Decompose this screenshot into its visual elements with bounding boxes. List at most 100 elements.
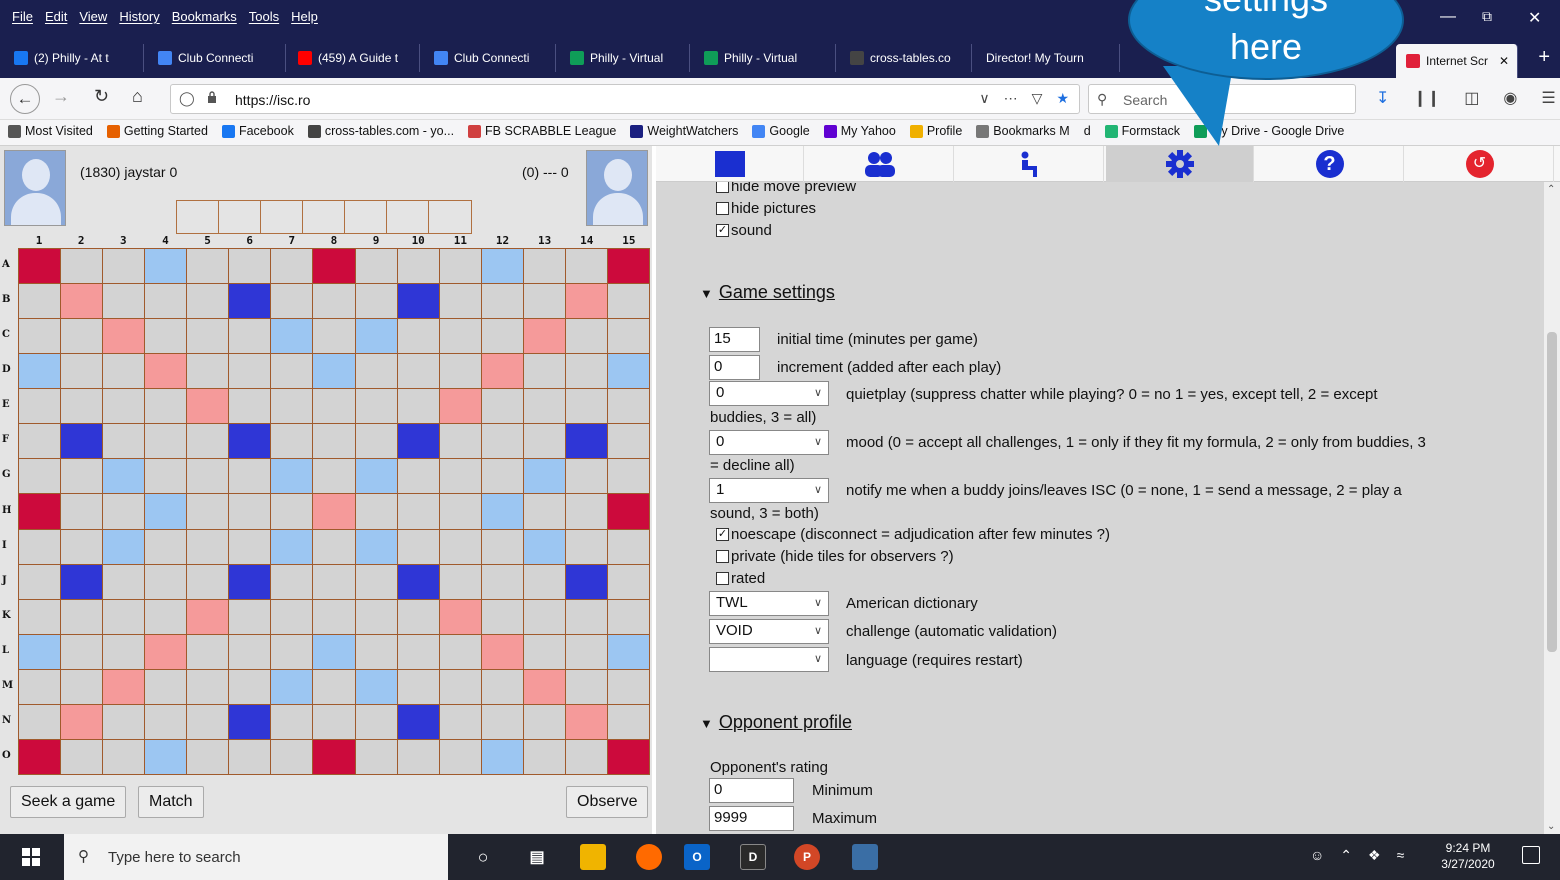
board-square[interactable] xyxy=(103,319,145,354)
board-square[interactable] xyxy=(229,389,271,424)
board-square[interactable] xyxy=(229,249,271,284)
board-square[interactable] xyxy=(397,389,439,424)
board-square[interactable] xyxy=(355,389,397,424)
board-square[interactable] xyxy=(19,599,61,634)
board-square[interactable] xyxy=(565,459,607,494)
back-arrow-icon[interactable]: ← xyxy=(10,84,40,114)
board-square[interactable] xyxy=(103,564,145,599)
tray-chevron-icon[interactable]: ⌃ xyxy=(1340,847,1352,864)
board-square[interactable] xyxy=(397,284,439,319)
seek-game-button[interactable]: Seek a game xyxy=(10,786,127,818)
board-square[interactable] xyxy=(397,459,439,494)
board-square[interactable] xyxy=(523,249,565,284)
tile-rack[interactable] xyxy=(176,200,472,234)
minimize-icon[interactable]: — xyxy=(1440,8,1456,26)
bookmark-item[interactable]: Profile xyxy=(909,124,962,138)
board-square[interactable] xyxy=(523,459,565,494)
board-square[interactable] xyxy=(397,634,439,669)
board-square[interactable] xyxy=(61,634,103,669)
board-square[interactable] xyxy=(145,634,187,669)
bookmark-item[interactable]: Google xyxy=(752,124,810,138)
browser-tab[interactable]: Club Connecti xyxy=(424,44,556,72)
board-square[interactable] xyxy=(61,529,103,564)
board-square[interactable] xyxy=(607,284,649,319)
board-square[interactable] xyxy=(607,319,649,354)
board-square[interactable] xyxy=(523,424,565,459)
board-square[interactable] xyxy=(355,704,397,739)
board-square[interactable] xyxy=(187,319,229,354)
board-square[interactable] xyxy=(355,319,397,354)
board-square[interactable] xyxy=(61,389,103,424)
restore-icon[interactable]: ⧉ xyxy=(1482,8,1492,25)
bookmark-item[interactable]: Most Visited xyxy=(8,124,93,138)
board-square[interactable] xyxy=(481,669,523,704)
board-square[interactable] xyxy=(103,634,145,669)
cortana-icon[interactable]: ○ xyxy=(470,844,496,870)
board-square[interactable] xyxy=(313,389,355,424)
board-square[interactable] xyxy=(313,704,355,739)
board-square[interactable] xyxy=(481,284,523,319)
board-square[interactable] xyxy=(439,669,481,704)
board-square[interactable] xyxy=(397,529,439,564)
checkbox-empty-icon[interactable] xyxy=(716,202,729,215)
board-square[interactable] xyxy=(481,249,523,284)
board-square[interactable] xyxy=(313,494,355,529)
reload-icon[interactable]: ↻ xyxy=(94,86,109,107)
browser-tab[interactable]: cross-tables.co xyxy=(840,44,972,72)
bookmark-item[interactable]: WeightWatchers xyxy=(630,124,738,138)
board-square[interactable] xyxy=(355,494,397,529)
board-square[interactable] xyxy=(19,319,61,354)
browser-tab[interactable]: Philly - Virtual xyxy=(560,44,690,72)
tab-seat[interactable] xyxy=(956,146,1104,182)
board-square[interactable] xyxy=(523,319,565,354)
bookmark-item[interactable]: cross-tables.com - yo... xyxy=(307,124,454,138)
board-square[interactable] xyxy=(439,319,481,354)
scroll-thumb[interactable] xyxy=(1547,332,1557,652)
board-square[interactable] xyxy=(229,319,271,354)
rated-checkbox[interactable]: rated xyxy=(716,570,765,587)
board-square[interactable] xyxy=(61,459,103,494)
board-square[interactable] xyxy=(187,704,229,739)
board-square[interactable] xyxy=(61,739,103,774)
outlook-icon[interactable]: O xyxy=(684,844,710,870)
board-square[interactable] xyxy=(103,739,145,774)
board-square[interactable] xyxy=(355,669,397,704)
board-square[interactable] xyxy=(397,354,439,389)
browser-tab[interactable]: Director! My Tourn xyxy=(976,44,1120,72)
board-square[interactable] xyxy=(61,354,103,389)
board-square[interactable] xyxy=(313,354,355,389)
notification-icon[interactable] xyxy=(1522,846,1540,864)
file-explorer-icon[interactable] xyxy=(580,844,606,870)
board-square[interactable] xyxy=(523,599,565,634)
board-square[interactable] xyxy=(19,354,61,389)
board-square[interactable] xyxy=(145,739,187,774)
match-button[interactable]: Match xyxy=(138,786,204,818)
board-square[interactable] xyxy=(19,669,61,704)
sidebar-icon[interactable]: ◫ xyxy=(1464,88,1479,108)
board-square[interactable] xyxy=(271,424,313,459)
board-square[interactable] xyxy=(271,704,313,739)
board-square[interactable] xyxy=(19,389,61,424)
board-square[interactable] xyxy=(565,704,607,739)
board-square[interactable] xyxy=(355,424,397,459)
board-square[interactable] xyxy=(103,704,145,739)
board-square[interactable] xyxy=(607,354,649,389)
board-square[interactable] xyxy=(61,704,103,739)
board-square[interactable] xyxy=(145,424,187,459)
board-square[interactable] xyxy=(481,634,523,669)
board-square[interactable] xyxy=(271,634,313,669)
board-square[interactable] xyxy=(145,319,187,354)
board-square[interactable] xyxy=(607,564,649,599)
board-square[interactable] xyxy=(61,284,103,319)
tab-players[interactable] xyxy=(806,146,954,182)
board-square[interactable] xyxy=(523,494,565,529)
checkbox-empty-icon[interactable] xyxy=(716,182,729,193)
bookmark-item[interactable]: Facebook xyxy=(221,124,294,138)
board-square[interactable] xyxy=(397,704,439,739)
board-square[interactable] xyxy=(523,529,565,564)
board-square[interactable] xyxy=(103,529,145,564)
dropbox-icon[interactable]: ❖ xyxy=(1368,847,1381,864)
board-square[interactable] xyxy=(355,529,397,564)
board-square[interactable] xyxy=(313,739,355,774)
bookmark-item[interactable]: d xyxy=(1084,124,1091,138)
